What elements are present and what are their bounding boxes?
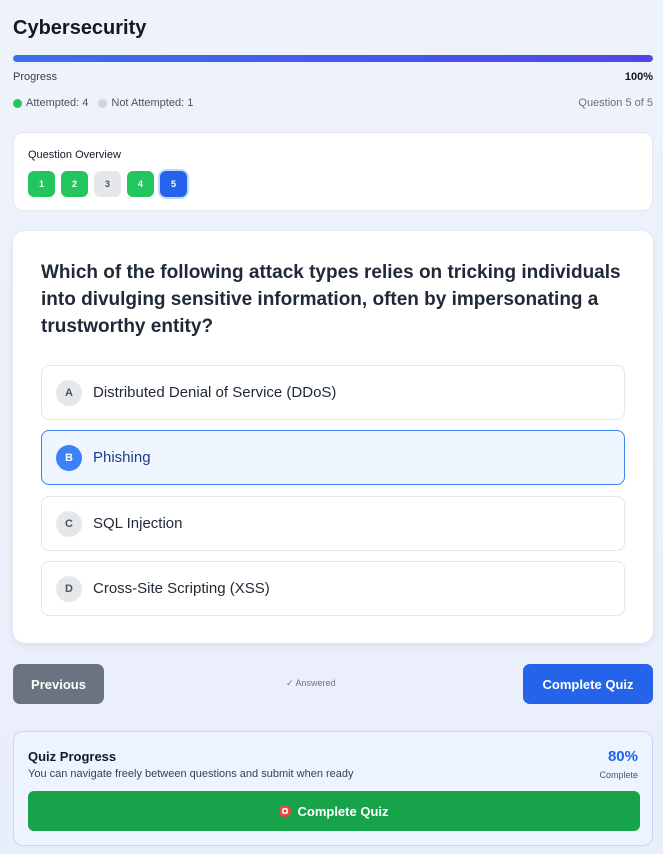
- question-card: Which of the following attack types reli…: [13, 231, 653, 643]
- previous-button[interactable]: Previous: [13, 664, 104, 704]
- quiz-progress-percent: 80%: [607, 748, 638, 765]
- not-attempted-dot-icon: [98, 98, 108, 108]
- attempted-label: Attempted: 4: [26, 97, 89, 109]
- answer-option-b[interactable]: B Phishing: [41, 430, 625, 485]
- question-nav-button-3[interactable]: 3: [94, 171, 121, 197]
- question-nav-buttons: 1 2 3 4 5: [28, 171, 187, 197]
- answered-status: ✓ Answered: [286, 678, 336, 688]
- question-nav-button-5[interactable]: 5: [160, 171, 187, 197]
- option-text: Cross-Site Scripting (XSS): [93, 580, 270, 597]
- answer-option-a[interactable]: A Distributed Denial of Service (DDoS): [41, 365, 625, 420]
- question-nav-button-4[interactable]: 4: [127, 171, 154, 197]
- not-attempted-label: Not Attempted: 1: [111, 97, 194, 109]
- attempt-legend: Attempted: 4 Not Attempted: 1: [13, 97, 193, 109]
- target-icon: [279, 805, 292, 817]
- quiz-progress-panel: Quiz Progress You can navigate freely be…: [13, 731, 653, 846]
- option-text: SQL Injection: [93, 515, 183, 532]
- page-title: Cybersecurity: [13, 17, 147, 39]
- question-text: Which of the following attack types reli…: [41, 262, 621, 337]
- option-letter-badge: B: [56, 444, 82, 471]
- question-counter: Question 5 of 5: [578, 97, 653, 109]
- option-letter-badge: A: [56, 379, 82, 406]
- complete-quiz-button[interactable]: Complete Quiz: [523, 664, 653, 704]
- submit-quiz-label: Complete Quiz: [297, 803, 389, 819]
- question-nav-button-2[interactable]: 2: [61, 171, 88, 197]
- progress-label: Progress: [13, 71, 58, 83]
- question-overview-title: Question Overview: [28, 149, 121, 161]
- option-text: Distributed Denial of Service (DDoS): [93, 384, 337, 401]
- quiz-progress-title: Quiz Progress: [28, 749, 117, 764]
- answer-option-c[interactable]: C SQL Injection: [41, 496, 625, 551]
- option-letter-badge: C: [56, 510, 82, 537]
- progress-bar-fill: [13, 55, 653, 62]
- progress-percent: 100%: [624, 71, 653, 83]
- option-letter-badge: D: [56, 575, 82, 602]
- progress-bar: [13, 55, 653, 62]
- attempted-dot-icon: [13, 98, 22, 108]
- option-text: Phishing: [93, 449, 151, 466]
- question-overview-panel: Question Overview 1 2 3 4 5: [13, 132, 653, 211]
- quiz-progress-subtitle: You can navigate freely between question…: [28, 768, 354, 780]
- question-nav-button-1[interactable]: 1: [28, 171, 55, 197]
- quiz-progress-caption: Complete: [599, 770, 638, 780]
- answer-option-d[interactable]: D Cross-Site Scripting (XSS): [41, 561, 625, 616]
- not-attempted-legend: Not Attempted: 1: [98, 97, 193, 109]
- submit-quiz-button[interactable]: Complete Quiz: [28, 791, 640, 831]
- attempted-legend: Attempted: 4: [13, 97, 88, 109]
